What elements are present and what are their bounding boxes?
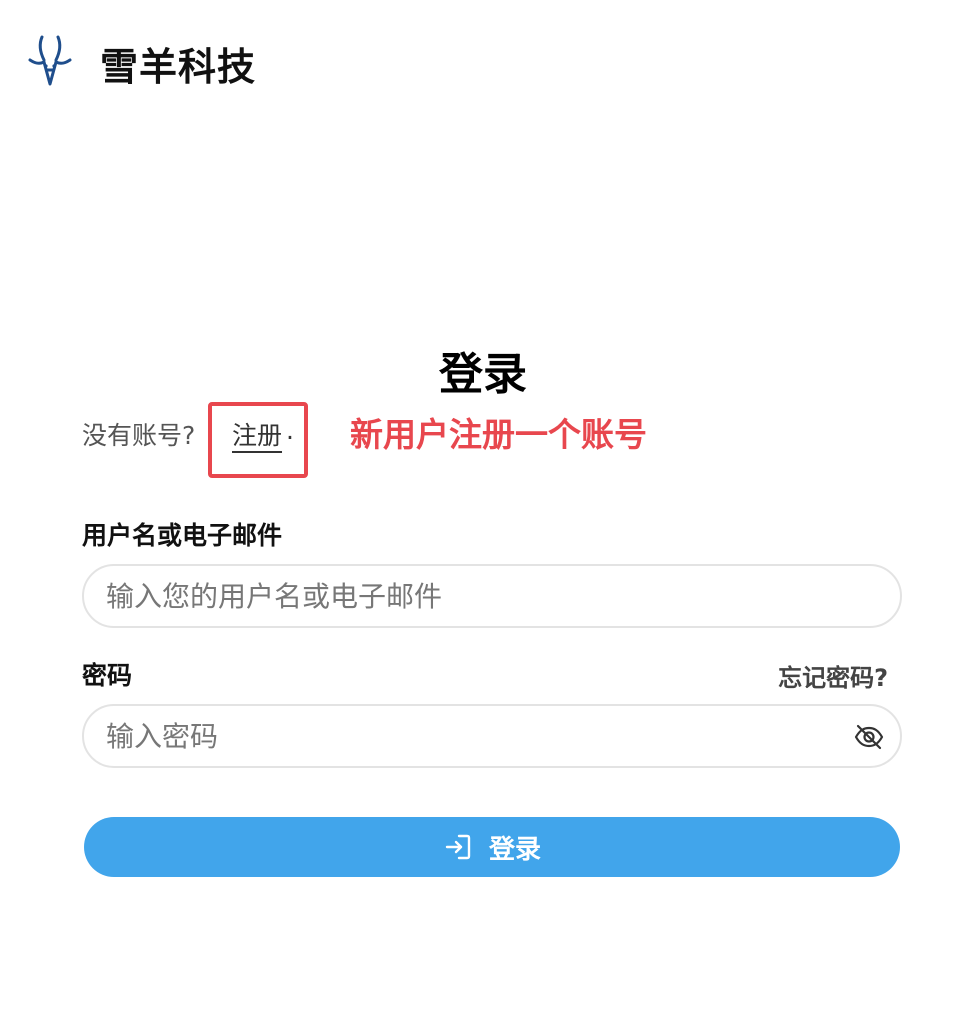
login-page: 雪羊科技 登录 没有账号? 注册 . 新用户注册一个账号 用户名或电子邮件 密码… <box>0 0 966 1024</box>
brand-name: 雪羊科技 <box>100 45 257 89</box>
register-annotation: 新用户注册一个账号 <box>350 415 647 454</box>
login-submit-label: 登录 <box>488 834 541 865</box>
antelope-logo-icon <box>28 35 72 86</box>
register-row: 没有账号? 注册 . 新用户注册一个账号 <box>82 402 647 478</box>
eye-off-icon <box>854 724 884 750</box>
no-account-text: 没有账号? <box>82 421 196 450</box>
username-field-wrapper <box>82 564 902 628</box>
login-submit-button[interactable]: 登录 <box>84 817 900 877</box>
username-input[interactable] <box>84 566 900 626</box>
page-title: 登录 <box>439 349 527 400</box>
password-field-wrapper <box>82 704 902 768</box>
brand: 雪羊科技 <box>26 34 255 89</box>
password-label: 密码 <box>82 661 133 690</box>
password-visibility-toggle[interactable] <box>852 720 886 754</box>
password-input[interactable] <box>84 706 900 766</box>
forgot-password-link[interactable]: 忘记密码? <box>778 658 888 693</box>
register-suffix: . <box>286 416 294 445</box>
username-label: 用户名或电子邮件 <box>82 521 283 550</box>
sign-in-icon <box>445 834 471 860</box>
register-link[interactable]: 注册 <box>232 416 282 452</box>
